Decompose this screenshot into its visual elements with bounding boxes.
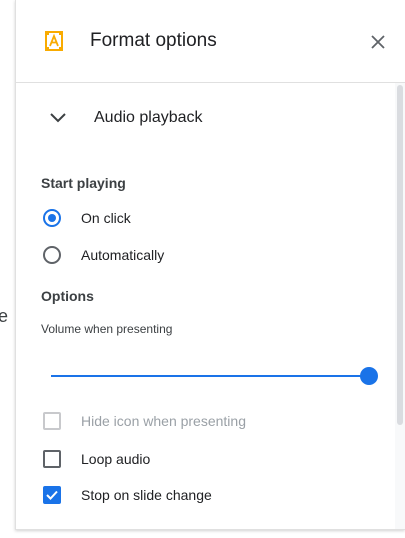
options-scroll-area: Audio playback Start playing On click Au… [16, 83, 405, 529]
panel-header: Format options [16, 0, 405, 83]
volume-slider-track [51, 375, 369, 377]
chevron-down-icon [48, 108, 68, 128]
radio-automatically-indicator [43, 246, 61, 264]
radio-on-click[interactable]: On click [43, 206, 343, 230]
checkmark-icon [46, 490, 58, 500]
radio-on-click-indicator [43, 209, 61, 227]
scrollbar[interactable] [395, 83, 405, 529]
checkbox-stop-on-slide-change-box [43, 486, 61, 504]
checkbox-loop-audio-box [43, 450, 61, 468]
format-options-panel: Format options Audio playback Start play… [15, 0, 405, 530]
volume-label: Volume when presenting [41, 322, 173, 336]
radio-automatically[interactable]: Automatically [43, 243, 343, 267]
close-icon [371, 35, 385, 49]
checkbox-label: Loop audio [81, 451, 151, 467]
checkbox-label: Hide icon when presenting [81, 413, 246, 429]
checkbox-hide-icon[interactable]: Hide icon when presenting [43, 409, 343, 433]
start-playing-label: Start playing [41, 175, 126, 191]
options-label: Options [41, 288, 94, 304]
panel-title: Format options [90, 30, 217, 51]
close-button[interactable] [366, 30, 390, 54]
format-options-icon [45, 31, 63, 51]
background-text-fragment: e [0, 306, 9, 326]
radio-label: Automatically [81, 247, 165, 263]
checkbox-stop-on-slide-change[interactable]: Stop on slide change [43, 483, 343, 507]
checkbox-loop-audio[interactable]: Loop audio [43, 447, 343, 471]
volume-slider[interactable] [51, 367, 378, 385]
scrollbar-thumb[interactable] [397, 85, 403, 425]
section-label: Audio playback [94, 109, 203, 126]
radio-label: On click [81, 210, 131, 226]
audio-playback-section-toggle[interactable]: Audio playback [46, 102, 296, 134]
checkbox-hide-icon-box [43, 412, 61, 430]
checkbox-label: Stop on slide change [81, 487, 212, 503]
volume-slider-thumb[interactable] [360, 367, 378, 385]
page: e Format options Audio playback Start pl… [0, 0, 405, 538]
